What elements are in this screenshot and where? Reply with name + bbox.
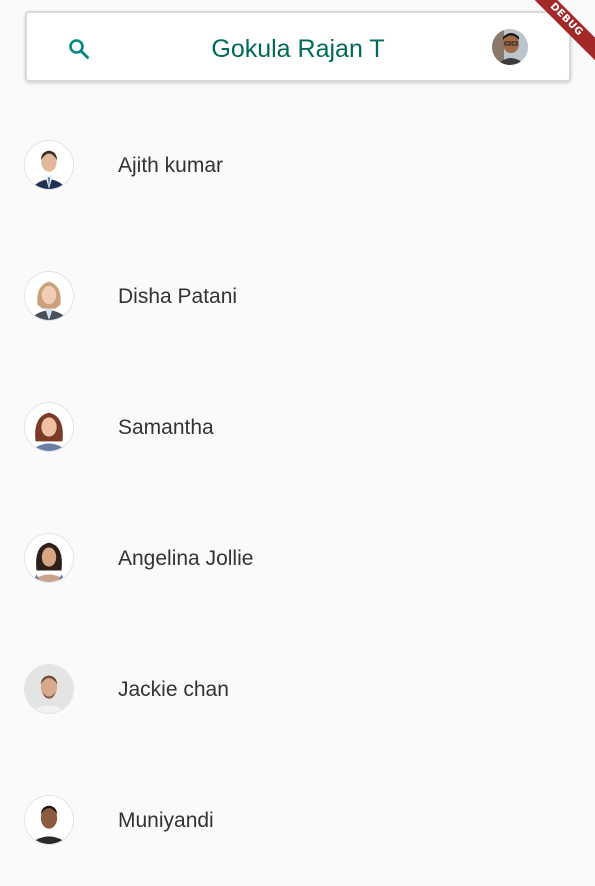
contact-name: Disha Patani	[118, 285, 238, 308]
list-item[interactable]: Ajith kumar	[0, 100, 595, 231]
contact-avatar	[24, 795, 74, 845]
profile-avatar[interactable]	[492, 29, 528, 65]
contact-avatar	[24, 140, 74, 190]
list-item[interactable]: Jackie chan	[0, 624, 595, 755]
list-item[interactable]: Angelina Jollie	[0, 493, 595, 624]
contact-name: Samantha	[118, 416, 214, 439]
contact-name: Ajith kumar	[118, 154, 224, 177]
list-item[interactable]: Samantha	[0, 362, 595, 493]
contact-list: Ajith kumar Disha Patani Samantha Angeli…	[0, 100, 595, 886]
list-item[interactable]: Muniyandi	[0, 755, 595, 886]
search-title: Gokula Rajan T	[211, 35, 385, 63]
contact-name: Angelina Jollie	[118, 547, 254, 570]
contact-avatar	[24, 533, 74, 583]
search-bar[interactable]: Gokula Rajan T	[25, 11, 571, 82]
contact-name: Muniyandi	[118, 809, 214, 832]
search-icon[interactable]	[67, 37, 91, 61]
contact-avatar	[24, 271, 74, 321]
contact-avatar	[24, 402, 74, 452]
contact-avatar	[24, 664, 74, 714]
list-item[interactable]: Disha Patani	[0, 231, 595, 362]
contact-name: Jackie chan	[118, 678, 229, 701]
